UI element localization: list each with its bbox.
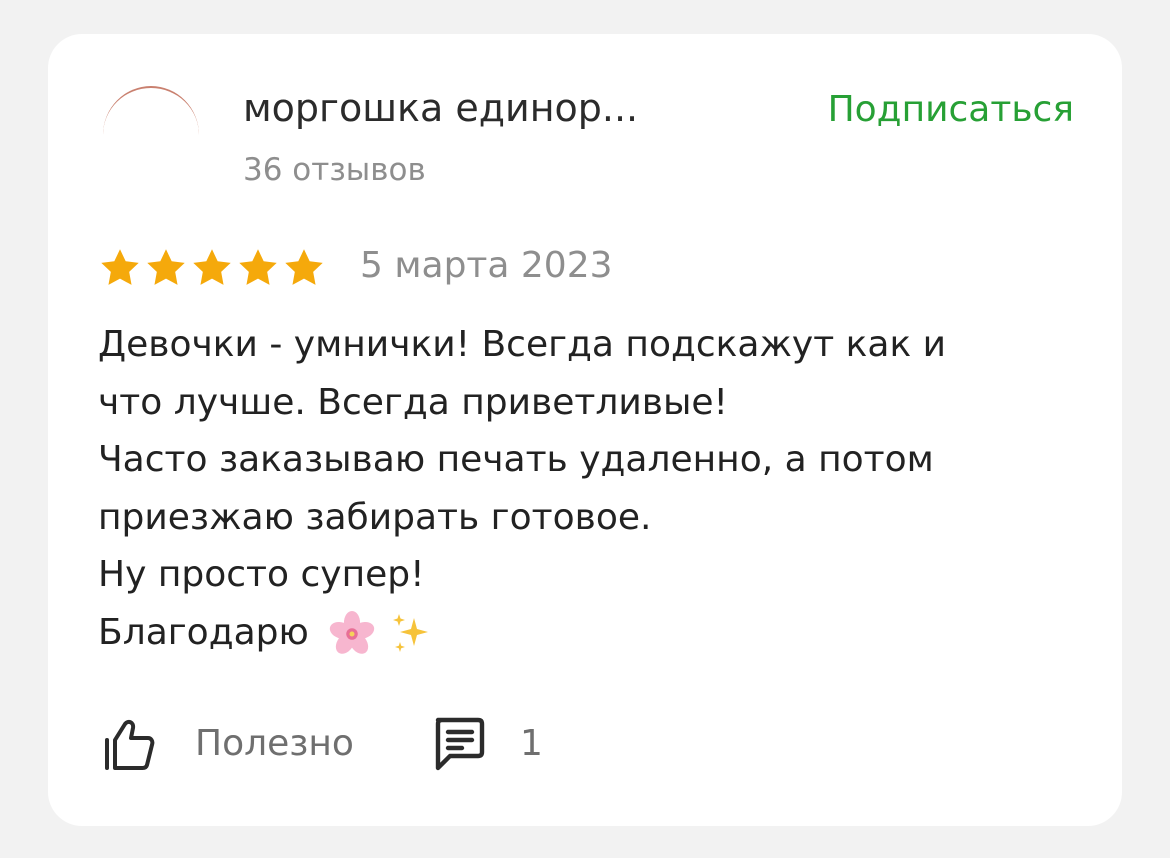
- review-line: Благодарю: [98, 611, 309, 653]
- star-icon: [101, 249, 139, 285]
- review-text: Девочки - умнички! Всегда подскажут как …: [98, 316, 1088, 661]
- comment-count: 1: [519, 723, 543, 764]
- useful-button[interactable]: Полезно: [103, 716, 354, 772]
- star-icon: [239, 249, 277, 285]
- review-card: моргошка единор... 36 отзывов Подписатьс…: [48, 34, 1122, 826]
- author-review-count: 36 отзывов: [243, 152, 426, 188]
- useful-label: Полезно: [195, 723, 354, 764]
- star-icon: [285, 249, 323, 285]
- review-line: Девочки - умнички! Всегда подскажут как …: [98, 324, 947, 365]
- star-icon: [193, 249, 231, 285]
- avatar[interactable]: [103, 86, 199, 184]
- author-name[interactable]: моргошка единор...: [243, 84, 638, 132]
- review-line-last: Благодарю: [98, 604, 1088, 662]
- review-line: Часто заказываю печать удаленно, а потом: [98, 439, 934, 480]
- star-rating: [98, 246, 328, 290]
- thumbs-up-icon: [105, 719, 155, 770]
- comment-icon: [435, 717, 485, 771]
- review-line: что лучше. Всегда приветливые!: [98, 381, 728, 423]
- sparkles-icon: [392, 613, 428, 652]
- cherry-blossom-icon: [330, 610, 375, 654]
- comments-button[interactable]: 1: [430, 714, 543, 774]
- review-line: Ну просто супер!: [98, 554, 425, 595]
- review-actions: Полезно 1: [103, 716, 543, 772]
- review-line: приезжаю забирать готовое.: [98, 496, 652, 538]
- subscribe-button[interactable]: Подписаться: [828, 86, 1074, 134]
- review-date: 5 марта 2023: [360, 245, 613, 286]
- star-icon: [147, 249, 185, 285]
